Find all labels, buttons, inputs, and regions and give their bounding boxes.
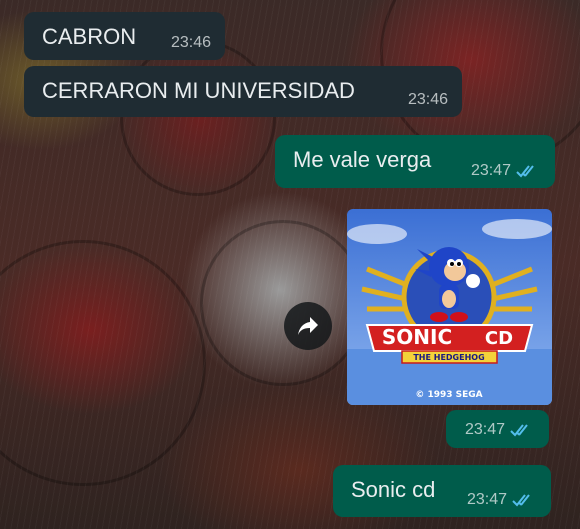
incoming-message[interactable]: CABRON 23:46 [24,12,225,60]
outgoing-message[interactable]: Sonic cd 23:47 [333,465,551,517]
message-time: 23:46 [170,34,211,51]
image-message-meta: 23:47 [446,410,549,448]
message-text: Sonic cd [351,477,436,502]
cover-copyright-text: © 1993 SEGA [415,390,482,400]
sonic-cd-cover-image: SONIC CD THE HEDGEHOG © 1993 SEGA [347,209,552,405]
image-message[interactable]: SONIC CD THE HEDGEHOG © 1993 SEGA [347,209,552,405]
cover-title-text: SONIC [382,325,452,349]
message-meta: 23:47 [471,162,541,180]
message-time: 23:47 [466,491,507,508]
outgoing-message[interactable]: Me vale verga 23:47 [275,135,555,188]
double-check-icon [510,424,528,437]
cover-cd-text: CD [485,328,513,349]
double-check-icon [512,494,530,507]
message-time: 23:46 [407,91,448,108]
message-text: Me vale verga [293,147,432,172]
message-meta: 23:47 [467,491,537,509]
forward-button[interactable] [284,302,332,350]
message-text: CABRON [42,24,137,49]
cover-subtitle-text: THE HEDGEHOG [413,353,484,362]
incoming-message[interactable]: CERRARON MI UNIVERSIDAD 23:46 [24,66,462,117]
message-text: CERRARON MI UNIVERSIDAD [42,78,355,103]
double-check-icon [516,165,534,178]
message-time: 23:47 [470,162,511,179]
forward-arrow-icon [298,317,318,335]
message-time: 23:47 [464,421,505,438]
